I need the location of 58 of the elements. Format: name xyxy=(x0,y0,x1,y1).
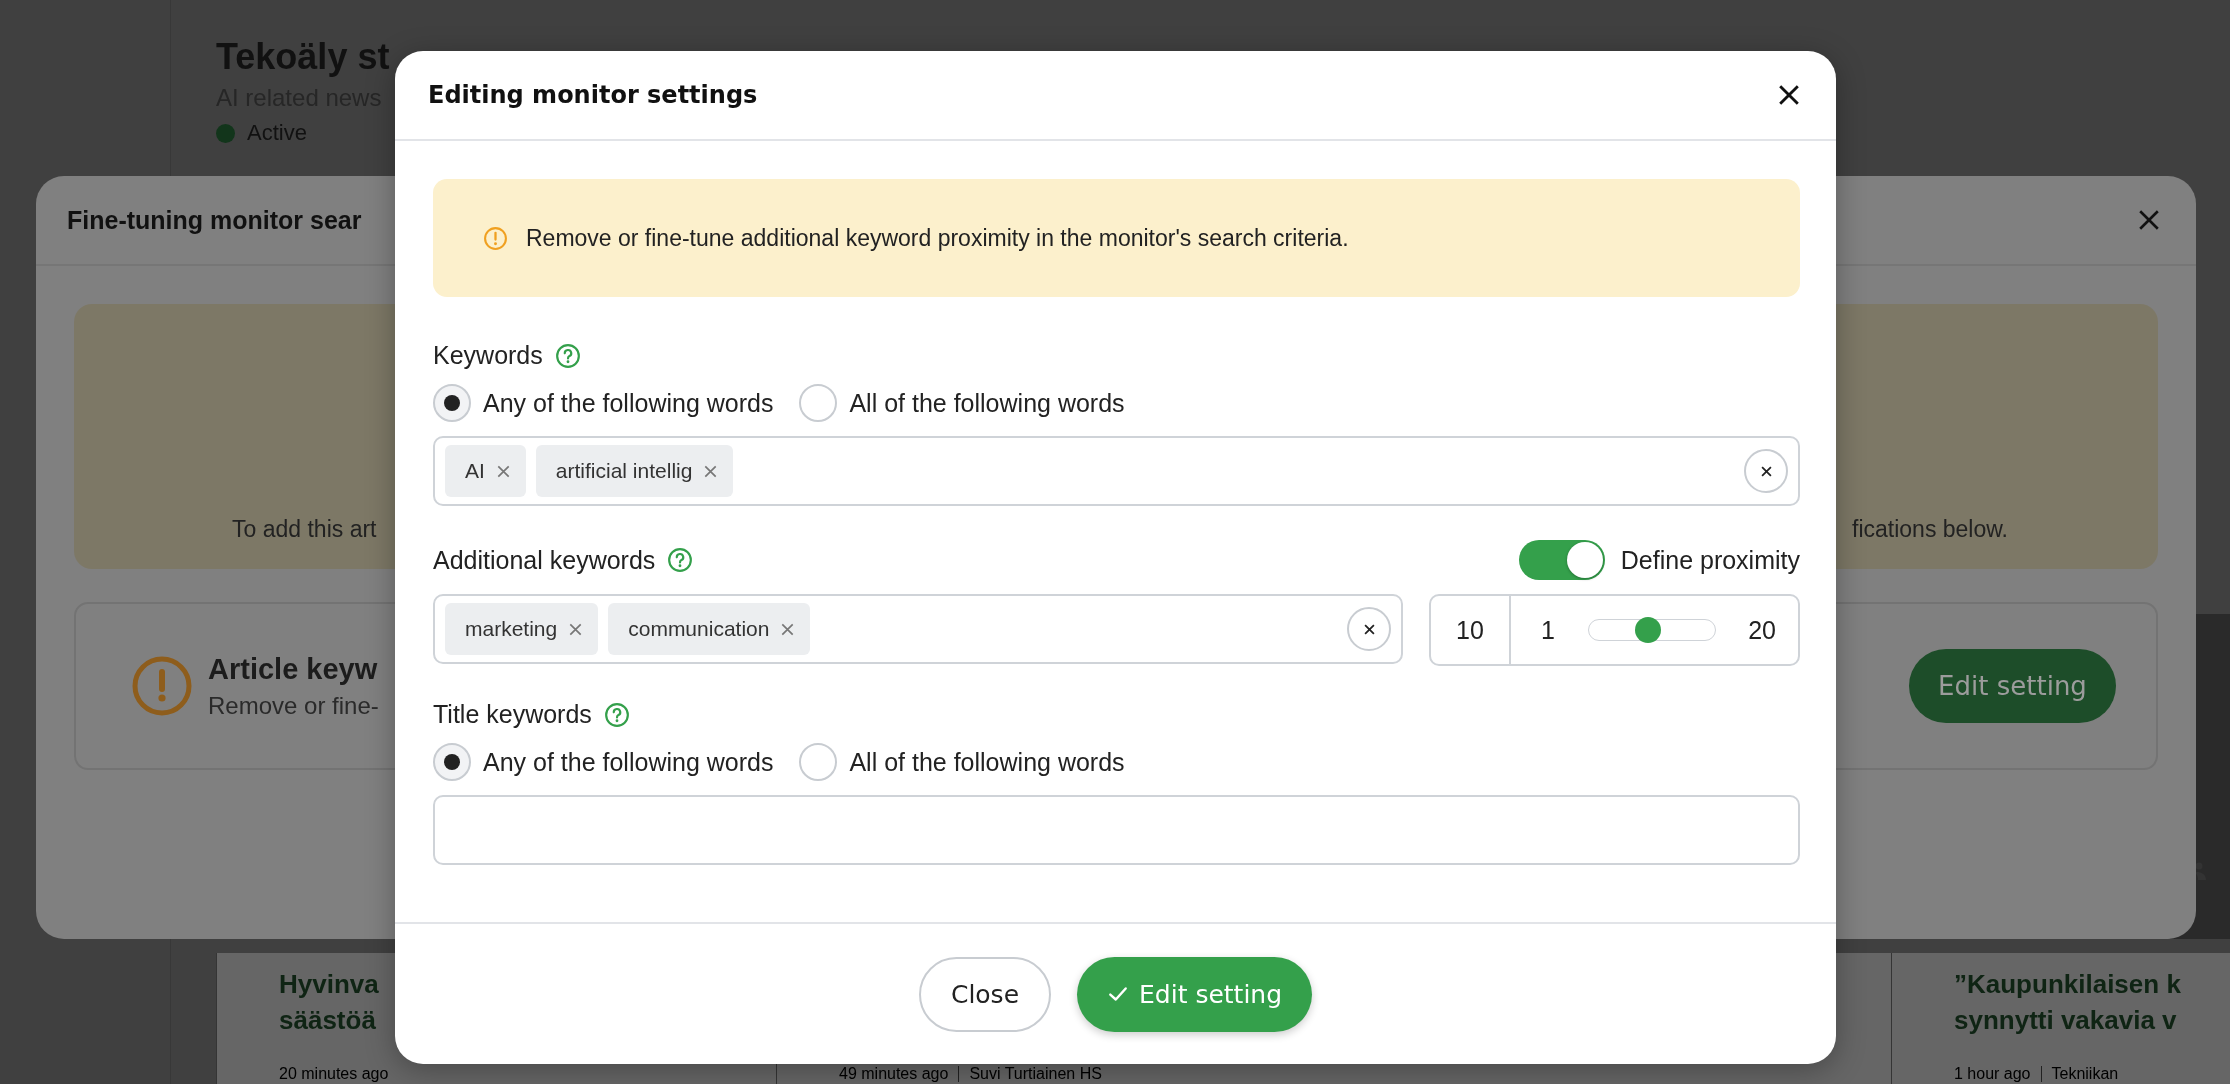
slider-max: 20 xyxy=(1748,615,1776,645)
radio-label[interactable]: Any of the following words xyxy=(483,388,774,418)
keyword-input[interactable]: AI artificial intellig xyxy=(433,436,1800,506)
field-label: Title keywords xyxy=(433,700,592,729)
article-headline: Hyvinva xyxy=(279,968,380,1001)
radio-label[interactable]: All of the following words xyxy=(849,388,1125,418)
help-icon[interactable] xyxy=(603,701,630,728)
field-label: Additional keywords xyxy=(433,545,656,575)
close-button[interactable]: Close xyxy=(918,956,1052,1032)
warning-icon xyxy=(483,225,508,251)
clear-button[interactable] xyxy=(1744,449,1788,493)
radio-button[interactable] xyxy=(799,743,838,781)
issue-description: Remove or fine- xyxy=(208,691,379,720)
tag-text: communication xyxy=(628,617,770,641)
radio-button[interactable] xyxy=(433,743,471,781)
remove-icon[interactable] xyxy=(569,622,583,636)
warning-icon xyxy=(132,656,192,716)
article-card[interactable]: ”Kaupunkilaisen k synnytti vakavia v 1 hour ago Tekniikan xyxy=(1891,953,2230,1084)
article-meta: 49 minutes ago xyxy=(839,1064,949,1083)
tag-text: marketing xyxy=(465,617,558,641)
proximity-value: 10 xyxy=(1431,596,1511,664)
tag-text: AI xyxy=(465,459,485,483)
article-meta: 1 hour ago xyxy=(1954,1064,2031,1083)
dialog-title: Fine-tuning monitor sear xyxy=(67,205,362,235)
clear-button[interactable] xyxy=(1347,607,1391,651)
radio-button[interactable] xyxy=(433,384,471,422)
radio-label[interactable]: Any of the following words xyxy=(483,747,774,777)
article-meta: Tekniikan xyxy=(2051,1064,2119,1083)
status-dot xyxy=(216,123,235,143)
article-meta: 20 minutes ago xyxy=(279,1064,389,1083)
article-meta: Suvi Turtiainen HS xyxy=(969,1064,1102,1083)
article-headline: ”Kaupunkilaisen k xyxy=(1954,968,2182,1001)
keyword-input[interactable] xyxy=(433,795,1800,865)
notice-text: To add this art xyxy=(232,516,377,543)
x-icon xyxy=(1363,623,1375,635)
edit-setting-button[interactable]: Edit setting xyxy=(1909,649,2116,723)
notice-text: fications below. xyxy=(1852,516,2008,543)
x-icon xyxy=(1760,465,1772,477)
keyword-input[interactable]: marketing communication xyxy=(433,594,1403,664)
toggle-label: Define proximity xyxy=(1620,545,1800,575)
help-icon[interactable] xyxy=(667,547,694,573)
remove-icon[interactable] xyxy=(496,464,510,478)
issue-title: Article keyw xyxy=(208,652,379,686)
field-label: Keywords xyxy=(433,341,543,370)
article-headline: synnytti vakavia v xyxy=(1954,1004,2178,1037)
slider-thumb[interactable] xyxy=(1634,617,1661,643)
remove-icon[interactable] xyxy=(704,464,718,478)
tag-text: artificial intellig xyxy=(555,459,693,483)
alert-text: Remove or fine-tune additional keyword proximity in the monitor's search criteria. xyxy=(526,224,1349,252)
article-headline: säästöä xyxy=(279,1004,377,1037)
remove-icon[interactable] xyxy=(781,622,795,636)
close-icon[interactable] xyxy=(1778,84,1800,106)
radio-button[interactable] xyxy=(799,384,838,422)
slider-min: 1 xyxy=(1541,615,1555,645)
radio-label[interactable]: All of the following words xyxy=(849,747,1125,777)
dialog-title: Editing monitor settings xyxy=(428,81,758,109)
toggle-switch[interactable] xyxy=(1518,540,1605,580)
help-icon[interactable] xyxy=(554,342,581,369)
